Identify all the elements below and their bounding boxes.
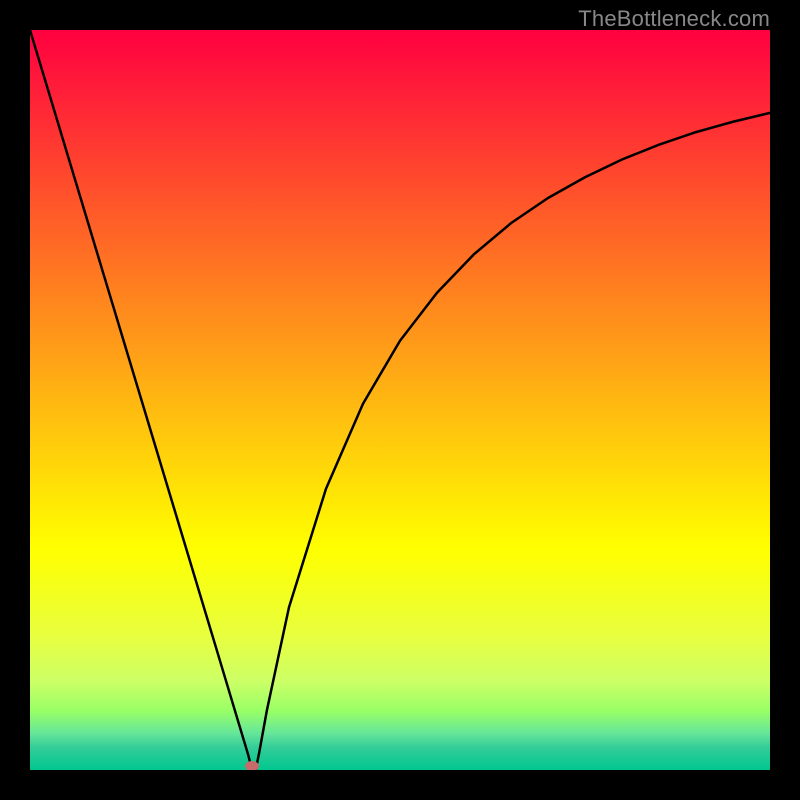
watermark-text: TheBottleneck.com <box>578 6 770 32</box>
curve-svg <box>30 30 770 770</box>
bottleneck-curve <box>30 30 770 770</box>
chart-frame: TheBottleneck.com <box>0 0 800 800</box>
plot-area <box>30 30 770 770</box>
